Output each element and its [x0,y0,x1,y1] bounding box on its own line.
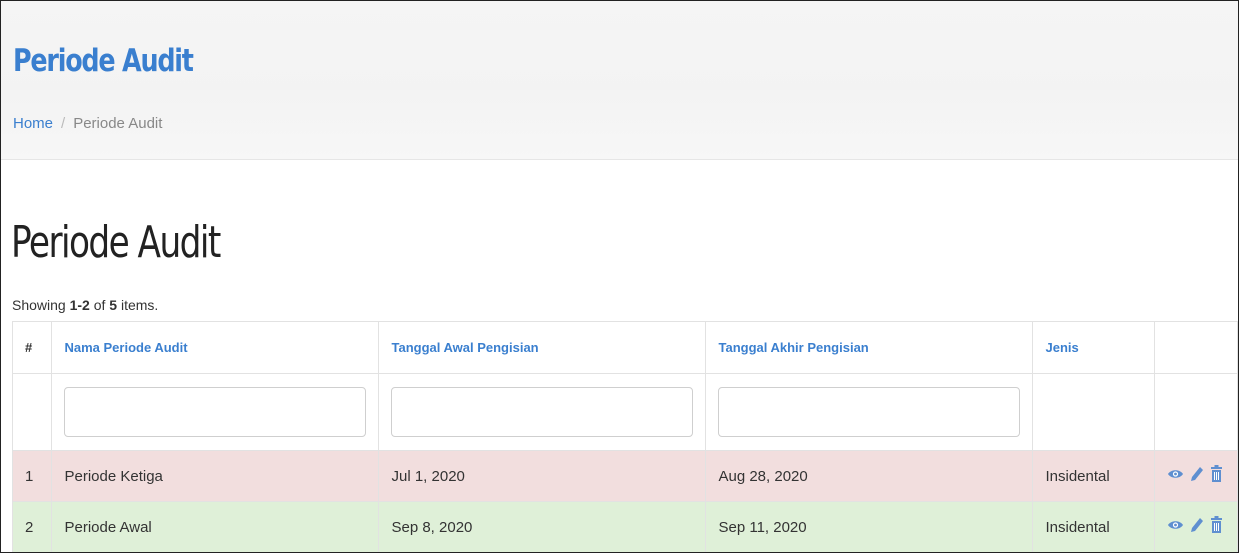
column-header-tanggal-akhir[interactable]: Tanggal Akhir Pengisian [705,321,1034,374]
pencil-icon[interactable] [1190,466,1204,486]
filter-cell-empty [11,373,53,451]
cell-tanggal-akhir: Aug 28, 2020 [705,450,1034,502]
column-header-tanggal-awal[interactable]: Tanggal Awal Pengisian [378,321,707,374]
page-title: Periode Audit [11,217,221,268]
column-header-number: # [11,321,53,374]
summary-suffix: items. [120,297,159,313]
cell-nama: Periode Ketiga [51,450,380,502]
column-header-jenis[interactable]: Jenis [1032,321,1155,374]
table-filter-row [11,373,1238,451]
filter-input-nama[interactable] [64,387,367,437]
page-frame: Periode Audit Home / Periode Audit Periode… [0,0,1239,553]
cell-jenis: Insidental [1032,501,1155,552]
breadcrumb-current: Periode Audit [73,115,163,132]
filter-cell-jenis [1032,373,1155,451]
pencil-icon[interactable] [1190,517,1204,537]
breadcrumb-home-link[interactable]: Home [13,115,53,132]
header-title[interactable]: Periode Audit [13,43,194,80]
column-header-actions [1153,321,1238,374]
table-header-row: # Nama Periode Audit Tanggal Awal Pengis… [11,321,1238,374]
filter-cell-actions [1153,373,1238,451]
cell-actions [1153,501,1238,552]
eye-icon[interactable] [1167,518,1184,536]
filter-cell-tanggal-akhir [705,373,1034,451]
summary-of: of [93,297,106,313]
table-row: 1 Periode Ketiga Jul 1, 2020 Aug 28, 202… [11,450,1238,502]
summary-prefix: Showing [12,297,66,313]
periode-audit-table: # Nama Periode Audit Tanggal Awal Pengis… [11,321,1238,552]
trash-icon[interactable] [1210,516,1223,538]
cell-actions [1153,450,1238,502]
table-row: 2 Periode Awal Sep 8, 2020 Sep 11, 2020 … [11,501,1238,552]
breadcrumb: Home / Periode Audit [13,115,162,132]
cell-tanggal-awal: Sep 8, 2020 [378,501,707,552]
filter-cell-tanggal-awal [378,373,707,451]
grid-summary: Showing 1-2 of 5 items. [12,297,158,313]
column-header-nama[interactable]: Nama Periode Audit [51,321,380,374]
filter-input-tanggal-awal[interactable] [391,387,694,437]
page-header: Periode Audit Home / Periode Audit [1,1,1238,160]
filter-cell-nama [51,373,380,451]
cell-tanggal-akhir: Sep 11, 2020 [705,501,1034,552]
cell-jenis: Insidental [1032,450,1155,502]
eye-icon[interactable] [1167,467,1184,485]
cell-number: 2 [11,501,53,552]
trash-icon[interactable] [1210,465,1223,487]
cell-nama: Periode Awal [51,501,380,552]
cell-number: 1 [11,450,53,502]
summary-total: 5 [109,297,118,313]
cell-tanggal-awal: Jul 1, 2020 [378,450,707,502]
summary-range: 1-2 [69,297,90,313]
breadcrumb-separator: / [61,115,66,132]
filter-input-tanggal-akhir[interactable] [718,387,1021,437]
